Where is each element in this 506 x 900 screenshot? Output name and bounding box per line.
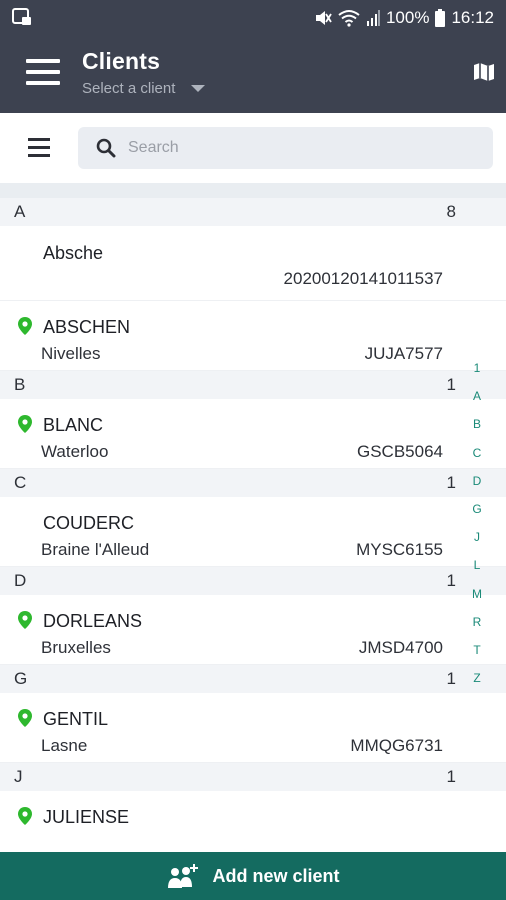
search-icon	[96, 138, 116, 158]
section-letter: C	[14, 473, 27, 492]
index-letter[interactable]: M	[467, 586, 487, 614]
client-code: MYSC6155	[356, 540, 443, 559]
client-row[interactable]: DORLEANS Bruxelles JMSD4700	[0, 595, 506, 665]
client-city: Waterloo	[41, 442, 109, 461]
screen-mirror-icon	[12, 8, 32, 26]
client-code: JUJA7577	[364, 344, 443, 363]
index-letter[interactable]: T	[467, 642, 487, 670]
client-row[interactable]: BLANC Waterloo GSCB5064	[0, 399, 506, 469]
index-letter[interactable]: 1	[467, 360, 487, 388]
app-bar: Clients Select a client	[0, 35, 506, 113]
wifi-icon	[338, 9, 360, 27]
section-count: 1	[446, 571, 456, 590]
section-count: 1	[446, 375, 456, 394]
add-new-client-button[interactable]: Add new client	[0, 852, 506, 900]
app-root: 100% 16:12 Clients Select a client Searc…	[0, 0, 506, 900]
search-bar-row	[0, 113, 506, 183]
client-city: Bruxelles	[41, 638, 111, 657]
client-name: Absche	[43, 243, 104, 263]
map-icon[interactable]	[472, 60, 496, 84]
client-city: Nivelles	[41, 344, 101, 363]
search-box[interactable]	[78, 127, 493, 169]
caret-down-icon	[191, 85, 206, 92]
index-letter[interactable]: B	[467, 416, 487, 444]
client-name: JULIENSE	[43, 807, 130, 827]
location-pin-icon	[18, 317, 32, 335]
status-icons: 100% 16:12	[314, 7, 494, 29]
client-selector-dropdown[interactable]: Select a client	[82, 80, 206, 97]
battery-percent: 100%	[385, 8, 430, 27]
client-name: ABSCHEN	[43, 317, 131, 337]
battery-icon	[435, 9, 446, 27]
index-letter[interactable]: L	[467, 557, 487, 585]
section-letter: B	[14, 375, 26, 394]
section-header-g: G1	[0, 665, 506, 693]
mute-icon	[314, 9, 332, 27]
index-letter[interactable]: C	[467, 445, 487, 473]
client-name: GENTIL	[43, 709, 109, 729]
section-count: 1	[446, 473, 456, 492]
add-user-icon	[168, 864, 199, 888]
status-bar: 100% 16:12	[0, 0, 506, 35]
client-row[interactable]: COUDERC Braine l'Alleud MYSC6155	[0, 497, 506, 567]
alphabet-index[interactable]: 1ABCDGJLMRTZ	[467, 360, 487, 698]
index-letter[interactable]: D	[467, 473, 487, 501]
client-city: Braine l'Alleud	[41, 540, 150, 559]
location-pin-icon	[18, 709, 32, 727]
index-letter[interactable]: J	[467, 529, 487, 557]
location-pin-icon	[18, 807, 32, 825]
clock: 16:12	[451, 8, 494, 27]
page-title: Clients	[82, 48, 161, 74]
client-list: A 8 Absche 20200120141011537 ABSCHEN Nivelles…	[0, 198, 506, 861]
list-view-icon[interactable]	[28, 138, 50, 158]
section-count: 1	[446, 767, 456, 786]
client-city: Lasne	[41, 736, 88, 755]
add-new-client-label: Add new client	[212, 865, 340, 886]
client-name: BLANC	[43, 415, 104, 435]
client-code: GSCB5064	[357, 442, 443, 461]
index-letter[interactable]: A	[467, 388, 487, 416]
section-letter: G	[14, 669, 28, 688]
section-header-d: D1	[0, 567, 506, 595]
signal-icon	[366, 9, 380, 27]
section-letter: J	[14, 767, 23, 786]
client-row[interactable]: GENTIL Lasne MMQG6731	[0, 693, 506, 763]
client-selector-label: Select a client	[82, 80, 176, 97]
client-row[interactable]: JULIENSE	[0, 791, 506, 861]
index-letter[interactable]: G	[467, 501, 487, 529]
section-header-j: J1	[0, 763, 506, 791]
client-code: JMSD4700	[358, 638, 443, 657]
client-name: DORLEANS	[43, 611, 143, 631]
index-letter[interactable]: R	[467, 614, 487, 642]
client-row[interactable]: Absche 20200120141011537	[0, 226, 506, 301]
section-header-b: B1	[0, 371, 506, 399]
client-code: 20200120141011537	[283, 269, 443, 288]
section-header-a: A8	[0, 198, 506, 226]
client-name: COUDERC	[43, 513, 135, 533]
section-header-c: C1	[0, 469, 506, 497]
section-count: 1	[446, 669, 456, 688]
location-pin-icon	[18, 611, 32, 629]
section-letter: A	[14, 202, 26, 221]
location-pin-icon	[18, 415, 32, 433]
search-input[interactable]	[128, 133, 478, 163]
client-row[interactable]: ABSCHEN Nivelles JUJA7577	[0, 301, 506, 371]
section-count: 8	[446, 202, 456, 221]
client-code: MMQG6731	[350, 736, 443, 755]
index-letter[interactable]: Z	[467, 670, 487, 698]
hamburger-menu-icon[interactable]	[26, 59, 60, 89]
section-letter: D	[14, 571, 27, 590]
